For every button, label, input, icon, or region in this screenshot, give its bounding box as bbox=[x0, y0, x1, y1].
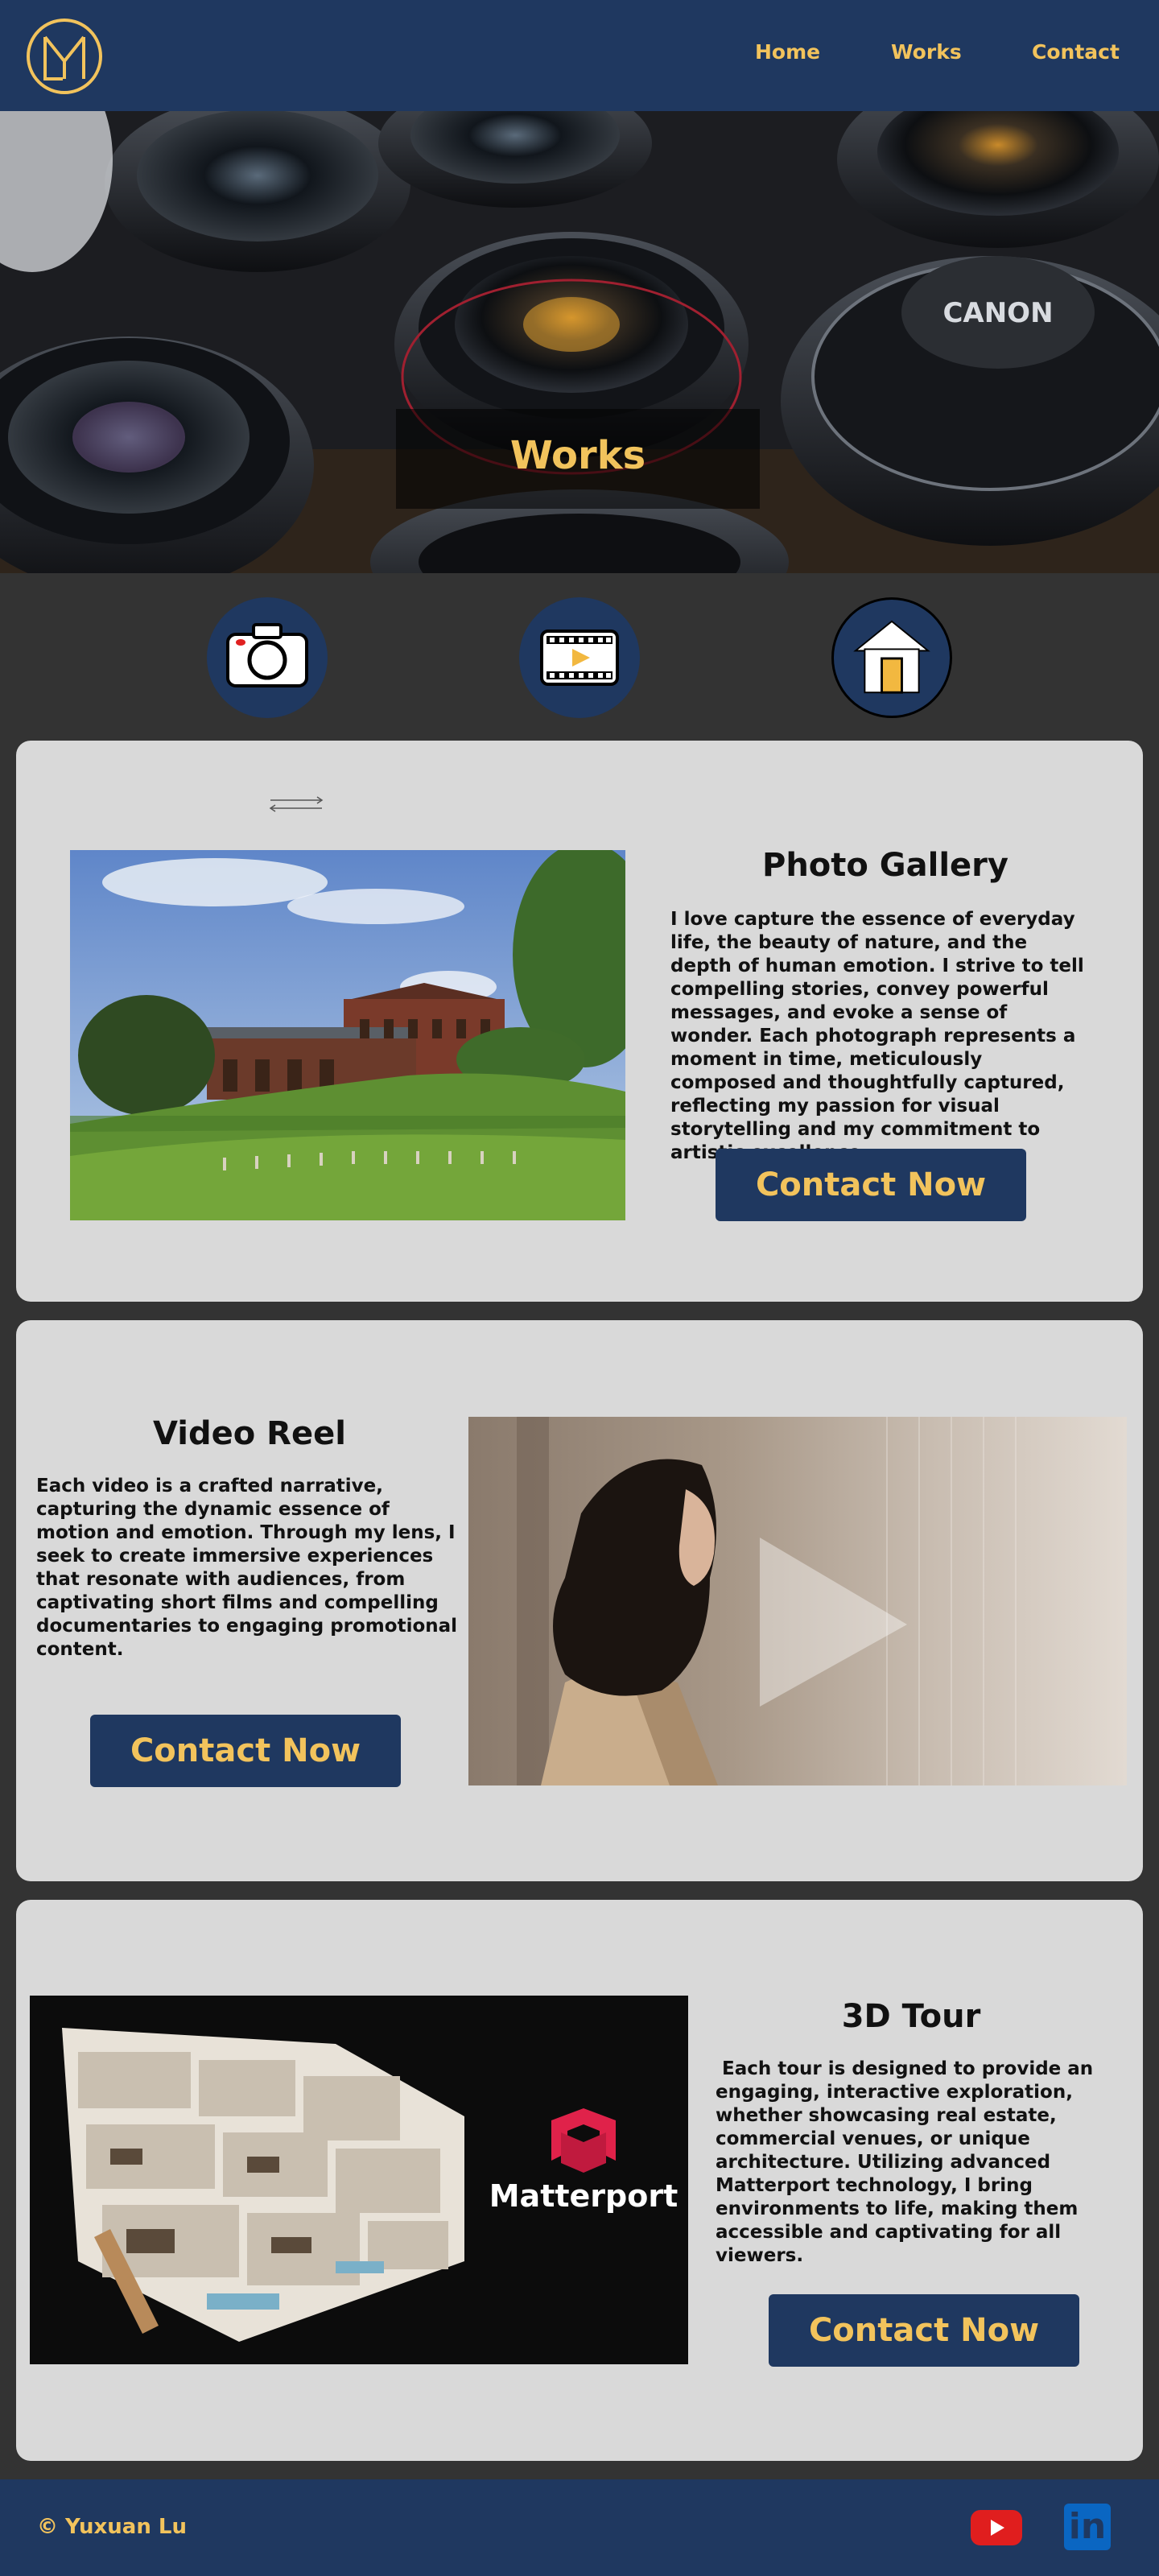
copyright-text: © Yuxuan Lu bbox=[37, 2515, 187, 2539]
gallery-photo[interactable] bbox=[70, 850, 625, 1220]
photo-gallery-heading: Photo Gallery bbox=[762, 847, 1008, 884]
nav-home-link[interactable]: Home bbox=[755, 40, 820, 64]
photo-gallery-card: Photo Gallery I love capture the essence… bbox=[16, 741, 1143, 1302]
nav-works-link[interactable]: Works bbox=[891, 40, 962, 64]
video-contact-button[interactable]: Contact Now bbox=[90, 1715, 401, 1787]
tour-description: Each tour is designed to provide an enga… bbox=[716, 2058, 1100, 2266]
hero-banner: CANON Works bbox=[0, 111, 1159, 573]
camera-icon bbox=[226, 623, 308, 687]
linkedin-icon[interactable]: in bbox=[1064, 2504, 1111, 2550]
video-reel-card: Video Reel Each video is a crafted narra… bbox=[16, 1320, 1143, 1881]
page-title: Works bbox=[509, 433, 646, 478]
video-reel-description: Each video is a crafted narrative, captu… bbox=[36, 1476, 458, 1660]
tour-contact-button[interactable]: Contact Now bbox=[769, 2294, 1079, 2367]
swap-arrows-icon[interactable] bbox=[264, 792, 328, 816]
site-footer: © Yuxuan Lu in bbox=[0, 2479, 1159, 2576]
matterport-logo-text: Matterport bbox=[489, 2178, 678, 2214]
landscape-photo bbox=[70, 850, 625, 1220]
youtube-icon[interactable] bbox=[971, 2510, 1022, 2545]
nav-contact-link[interactable]: Contact bbox=[1032, 40, 1120, 64]
linkedin-icon-text: in bbox=[1068, 2506, 1107, 2547]
photo-category-button[interactable] bbox=[207, 597, 328, 718]
photo-contact-button[interactable]: Contact Now bbox=[716, 1149, 1026, 1221]
video-category-button[interactable] bbox=[519, 597, 640, 718]
tour-preview[interactable]: Matterport bbox=[30, 1996, 688, 2364]
site-header: Home Works Contact bbox=[0, 0, 1159, 111]
logo-icon[interactable] bbox=[26, 18, 103, 95]
film-video-icon bbox=[540, 630, 619, 686]
video-reel-heading: Video Reel bbox=[153, 1415, 346, 1452]
tour-category-button[interactable] bbox=[831, 597, 952, 718]
video-player[interactable] bbox=[468, 1417, 1127, 1785]
tour-card: Matterport 3D Tour Each tour is designed… bbox=[16, 1900, 1143, 2461]
tour-heading: 3D Tour bbox=[841, 1998, 981, 2035]
video-thumbnail bbox=[468, 1417, 1127, 1785]
dollhouse-model-image: Matterport bbox=[30, 1996, 688, 2364]
lens-brand-text: CANON bbox=[942, 297, 1053, 329]
house-icon bbox=[853, 620, 930, 694]
photo-gallery-description: I love capture the essence of everyday l… bbox=[670, 909, 1084, 1163]
hero-caption-box: Works bbox=[396, 409, 760, 509]
